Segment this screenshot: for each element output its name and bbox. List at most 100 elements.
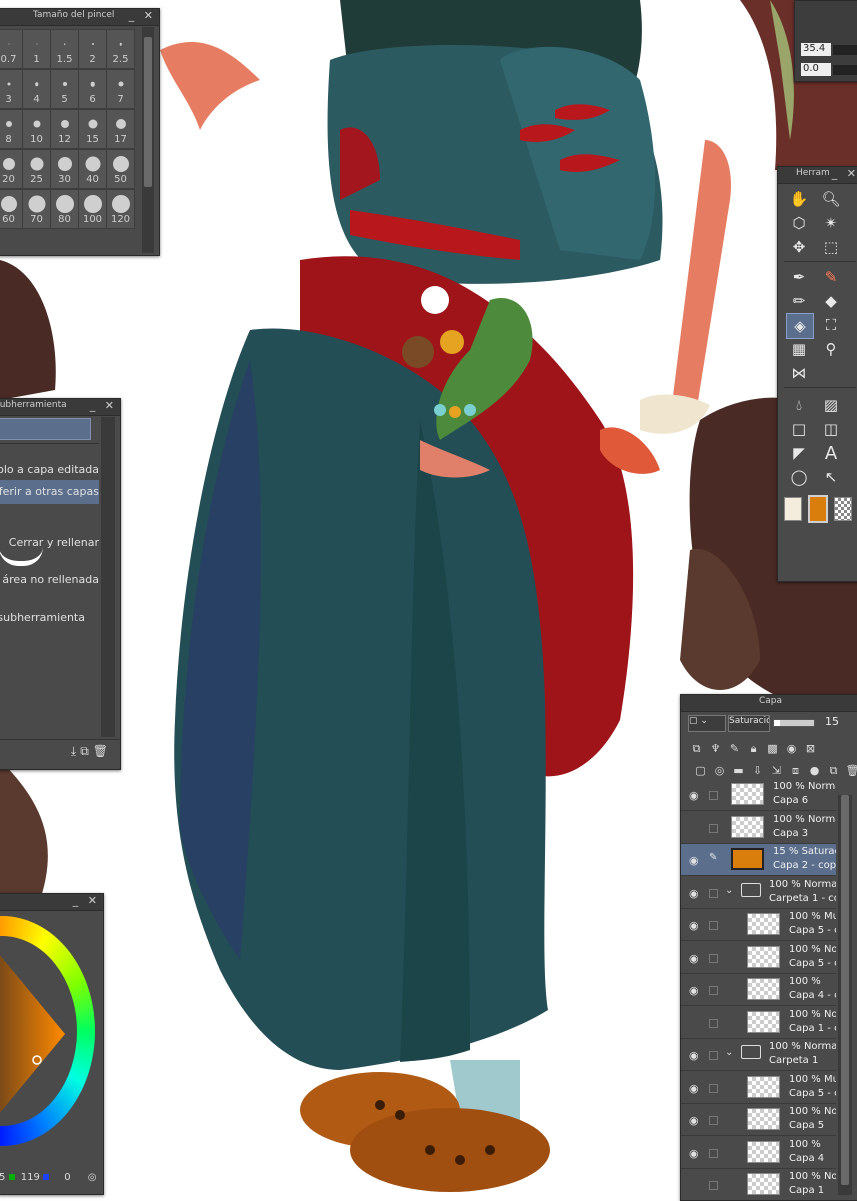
correct-line-icon[interactable]: ↖ <box>818 465 844 489</box>
opacity-value[interactable]: 15 <box>825 715 839 728</box>
layer-row[interactable]: ◉ 100 % Multi Capa 5 - copi <box>681 1072 836 1104</box>
saturation-triangle[interactable] <box>0 934 79 1114</box>
window-controls[interactable]: _ ✕ <box>832 167 857 180</box>
layer-lock-checkbox[interactable] <box>709 888 718 898</box>
window-controls[interactable]: _ ✕ <box>73 894 100 907</box>
delete-layer-icon[interactable]: 🗑︎ <box>845 764 857 777</box>
folder-expand-icon[interactable]: ⌄ <box>725 885 733 896</box>
brush-size-cell[interactable]: 1 <box>22 29 51 69</box>
brush-size-scrollbar[interactable] <box>142 27 154 253</box>
value-field-1[interactable]: 35.4 <box>801 43 831 56</box>
hand-icon[interactable]: ✋ <box>786 187 812 211</box>
mask-apply-icon[interactable]: ⊠ <box>803 742 818 755</box>
transparent-color-swatch[interactable] <box>834 497 852 521</box>
green-value[interactable]: 5 <box>0 1172 5 1183</box>
download-icon[interactable]: ⤓ <box>71 744 80 758</box>
layer-lock-checkbox[interactable] <box>709 1148 718 1158</box>
marquee-icon[interactable]: ⬚ <box>818 235 844 259</box>
eraser-icon[interactable]: ◆ <box>818 289 844 313</box>
layer-folder-row[interactable]: ◉ ⌄ 100 % Normal Carpeta 1 - copia 2 <box>681 877 836 909</box>
subtool-titlebar[interactable]: Subherramienta _ ✕ <box>0 399 120 416</box>
eye-icon[interactable]: ◉ <box>689 1147 699 1160</box>
brush-size-cell[interactable]: 60 <box>0 189 23 229</box>
layer-lock-checkbox[interactable] <box>709 1018 718 1028</box>
layer-row[interactable]: ◉ 100 % Norm Capa 5 <box>681 1104 836 1136</box>
layer-row[interactable]: 100 % Normal Capa 3 <box>681 812 836 844</box>
opacity-slider[interactable] <box>773 719 815 727</box>
layer-lock-checkbox[interactable] <box>709 953 718 963</box>
layer-property-select[interactable]: ▢ ⌄ <box>688 715 726 732</box>
layer-lock-checkbox[interactable] <box>709 1116 718 1125</box>
brush-size-cell[interactable]: 25 <box>22 149 51 189</box>
brush-size-cell[interactable]: 120 <box>106 189 135 229</box>
balloon-icon[interactable]: ◯ <box>786 465 812 489</box>
brush-size-cell[interactable]: 4 <box>22 69 51 109</box>
trash-icon[interactable]: 🗑︎ <box>93 744 112 758</box>
decoration-icon[interactable]: ⋈ <box>786 361 812 385</box>
brush-size-cell[interactable]: 2 <box>78 29 107 69</box>
brush-size-titlebar[interactable]: Tamaño del pincel _ ✕ <box>0 9 159 26</box>
eye-icon[interactable]: ◉ <box>689 1049 699 1062</box>
subtool-option-4[interactable]: Ajustar área no rellenada <box>0 573 99 586</box>
transfer-icon[interactable]: ⇩ <box>750 764 765 777</box>
layer-lock-checkbox[interactable] <box>709 791 718 800</box>
combine-icon[interactable]: ⧈ <box>788 764 803 777</box>
layer-titlebar[interactable]: Capa <box>681 695 857 712</box>
brush-size-cell[interactable]: 7 <box>106 69 135 109</box>
secondary-color-swatch[interactable] <box>784 497 802 521</box>
layer-folder-row[interactable]: ◉ ⌄ 100 % Normal Carpeta 1 <box>681 1039 836 1071</box>
blend-mode-select[interactable]: Saturación <box>728 715 770 732</box>
brush-size-cell[interactable]: 50 <box>106 149 135 189</box>
subtool-name-field[interactable] <box>0 418 91 440</box>
other-value[interactable]: 0 <box>64 1172 70 1183</box>
subtool-option-5[interactable]: Añadir subherramienta <box>0 611 85 624</box>
gradient-icon[interactable]: ▨ <box>818 393 844 417</box>
object-select-icon[interactable]: ⬡ <box>786 211 812 235</box>
layer-lock-checkbox[interactable] <box>709 1051 718 1060</box>
eye-icon[interactable]: ◉ <box>689 952 699 965</box>
zoom-icon[interactable]: 🔍︎ <box>818 187 844 211</box>
brush-size-cell[interactable]: 40 <box>78 149 107 189</box>
value-slider-2[interactable] <box>833 65 857 75</box>
layer-row[interactable]: ◉ 100 % Norm Capa 5 - copi <box>681 942 836 974</box>
brush-size-cell[interactable]: 30 <box>50 149 79 189</box>
eye-icon[interactable]: ◉ <box>689 984 699 997</box>
tool-titlebar[interactable]: Herram _ ✕ <box>778 167 857 184</box>
new-folder-icon[interactable]: ▬ <box>731 764 746 777</box>
lock-icon[interactable]: 🔒︎ <box>746 742 761 755</box>
subtool-scrollbar[interactable] <box>101 417 115 737</box>
new-vector-icon[interactable]: ◎ <box>712 764 727 777</box>
layer-row[interactable]: 100 % Norm Capa 1 - copi <box>681 1007 836 1039</box>
frame-icon[interactable]: ◫ <box>818 417 844 441</box>
layer-scrollbar[interactable] <box>838 795 852 1195</box>
value-field-2[interactable]: 0.0 <box>801 63 831 76</box>
brush-size-cell[interactable]: 1.5 <box>50 29 79 69</box>
layer-row[interactable]: ◉ 100 % Multi Capa 5 - copi <box>681 909 836 941</box>
layer-row[interactable]: ◉ ✎ 15 % Saturación Capa 2 - copia 3 <box>681 844 836 876</box>
new-raster-icon[interactable]: ▢ <box>693 764 708 777</box>
color-settings-icon[interactable]: ◎ <box>88 1172 97 1183</box>
subtool-option-1[interactable]: Referir solo a capa editada <box>0 463 99 476</box>
duplicate-icon[interactable]: ⧉ <box>80 744 93 758</box>
layer-lock-checkbox[interactable] <box>709 1181 718 1190</box>
layer-row[interactable]: 100 % Norm Capa 1 <box>681 1169 836 1200</box>
airbrush-icon[interactable]: ⛶ <box>818 313 844 337</box>
brush-size-cell[interactable]: 80 <box>50 189 79 229</box>
layer-lock-checkbox[interactable] <box>709 986 718 995</box>
mesh-icon[interactable]: ▦ <box>786 337 812 361</box>
layer-row[interactable]: ◉ 100 % Capa 4 - copi <box>681 974 836 1006</box>
layer-row[interactable]: ◉ 100 % Normal Capa 6 <box>681 779 836 811</box>
window-controls[interactable]: _ ✕ <box>129 9 156 22</box>
layer-row[interactable]: ◉ 100 % Capa 4 <box>681 1137 836 1169</box>
layer-lock-checkbox[interactable]: ✎ <box>709 852 718 863</box>
brush-size-cell[interactable]: 17 <box>106 109 135 149</box>
layer-mask-icon[interactable]: ● <box>807 764 822 777</box>
brush-size-cell[interactable]: 0.7 <box>0 29 23 69</box>
eyedropper-icon[interactable]: ⚲ <box>818 337 844 361</box>
subtool-option-2[interactable]: Referir a otras capas <box>0 485 99 498</box>
brush-size-cell[interactable]: 12 <box>50 109 79 149</box>
copy-icon[interactable]: ⧉ <box>826 764 841 777</box>
blend-icon[interactable]: 💧︎ <box>786 393 812 417</box>
eye-icon[interactable]: ◉ <box>689 789 699 802</box>
brush-size-cell[interactable]: 2.5 <box>106 29 135 69</box>
